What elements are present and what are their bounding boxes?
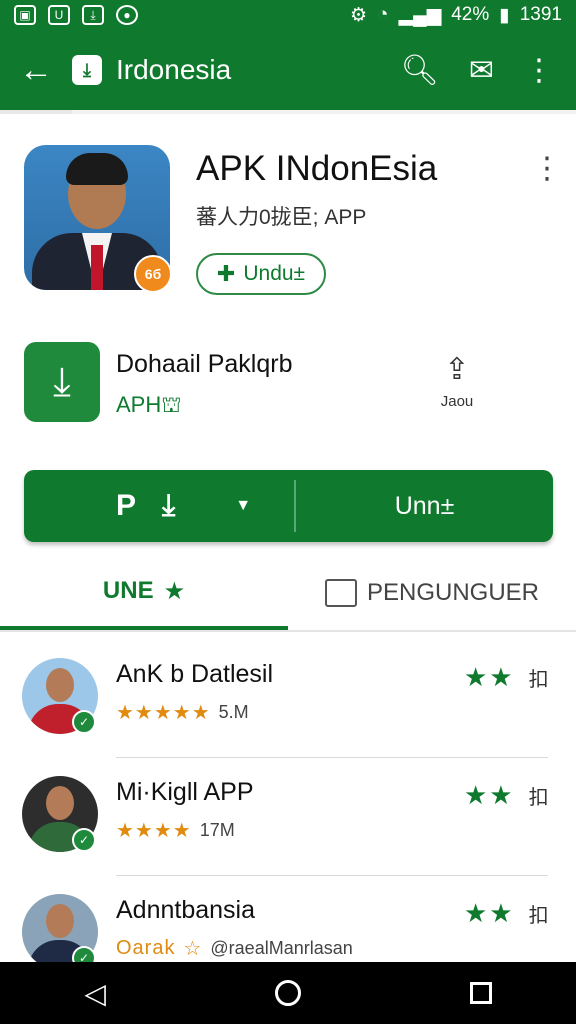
back-arrow-icon[interactable]: ← bbox=[0, 51, 72, 90]
tab-une-label: UNE bbox=[102, 577, 154, 604]
image-icon: ▣ bbox=[14, 5, 36, 25]
more-vert-icon[interactable]: ⋮ bbox=[524, 53, 554, 88]
item-name: AnK b Datlesil bbox=[116, 660, 274, 688]
stars-icon: ★★★★★ bbox=[116, 702, 211, 724]
vibrate-icon: ⚙ bbox=[350, 4, 368, 26]
signal-icon: ▂▄▆ bbox=[398, 4, 442, 26]
tab-une[interactable]: UNE ★ bbox=[0, 556, 288, 630]
main-left-label: P bbox=[116, 489, 137, 522]
stars-icon: ★★ bbox=[464, 898, 515, 928]
item-tag: 扣 bbox=[528, 787, 549, 809]
download-icon: ⤓ bbox=[82, 5, 104, 25]
app-bar-title: Irdonesia bbox=[116, 54, 232, 85]
wifi-icon: ◔ bbox=[377, 4, 389, 25]
install-pill-label: Undu± bbox=[243, 262, 306, 285]
main-right-label: Unn± bbox=[394, 491, 455, 520]
battery-icon: ▮ bbox=[499, 4, 510, 26]
tab-bar: UNE ★ PENGUNGUER bbox=[0, 556, 576, 632]
verified-icon: ✓ bbox=[72, 710, 96, 734]
stars-icon: ★★ bbox=[464, 662, 515, 692]
app-title: APK INdonEsia bbox=[196, 149, 438, 188]
chat-icon: ● bbox=[116, 5, 138, 25]
item-rating: Oarak ☆ @raealManrlasan bbox=[116, 937, 353, 960]
clock: 1391 bbox=[519, 4, 562, 25]
app-header: 6б APK INdonEsia 蕃人力0拢臣; APP ⋮ ✚ Undu± bbox=[24, 145, 562, 295]
verified-icon: ✓ bbox=[72, 828, 96, 852]
star-icon: ☆ bbox=[183, 938, 203, 960]
app-subtitle: 蕃人力0拢臣; APP bbox=[196, 206, 367, 229]
download-title: Dohaail Paklqrb bbox=[116, 350, 293, 378]
stars-icon: ★★★★ bbox=[116, 820, 192, 842]
overflow-menu-icon[interactable]: ⋮ bbox=[532, 151, 562, 186]
bag-icon: U bbox=[48, 5, 70, 25]
download-app-icon[interactable]: ⤓ bbox=[24, 342, 100, 422]
app-list: ✓ AnK b Datlesil ★★★★★ 5.M ★★ 扣 ✓ Mi·Kigll… bbox=[0, 640, 576, 994]
status-bar: ▣ U ⤓ ● ⚙ ◔ ▂▄▆ 42% ▮ 1391 bbox=[0, 0, 576, 30]
item-rating: ★★★★★ 5.M bbox=[116, 702, 249, 724]
battery-percent: 42% bbox=[451, 4, 490, 25]
share-icon: ⇪ bbox=[444, 353, 470, 386]
install-pill-button[interactable]: ✚ Undu± bbox=[196, 253, 326, 295]
tab-pengunguer[interactable]: PENGUNGUER bbox=[288, 556, 576, 630]
download-arrow-icon: ⤓ bbox=[162, 489, 176, 522]
share-label: Jaou bbox=[440, 393, 474, 410]
main-action-button[interactable]: P ⤓ ▼ Unn± bbox=[24, 470, 553, 542]
tower-icon: ⛫ bbox=[161, 392, 182, 417]
stars-icon: ★★ bbox=[464, 780, 515, 810]
item-name: Adnntbansia bbox=[116, 896, 256, 924]
dropdown-caret-icon[interactable]: ▼ bbox=[235, 497, 251, 515]
recents-icon[interactable] bbox=[469, 982, 492, 1004]
search-icon[interactable]: 🔍︎ bbox=[401, 53, 439, 88]
list-item[interactable]: ✓ AnK b Datlesil ★★★★★ 5.M ★★ 扣 bbox=[0, 640, 576, 758]
rating-prefix: Oarak bbox=[116, 937, 176, 959]
item-tag: 扣 bbox=[528, 905, 549, 927]
mail-icon[interactable]: ✉ bbox=[469, 53, 494, 88]
item-tag: 扣 bbox=[528, 669, 549, 691]
download-row: ⤓ Dohaail Paklqrb APH⛫ ⇪ Jaou bbox=[24, 342, 554, 424]
app-bar: ← ⤓ Irdonesia 🔍︎ ✉ ⋮ bbox=[0, 30, 576, 110]
star-icon: ★ bbox=[163, 577, 186, 605]
download-subtitle: APH⛫ bbox=[116, 392, 182, 417]
progress-track bbox=[0, 110, 72, 114]
feedback-icon bbox=[324, 579, 357, 607]
badge-icon: 6б bbox=[134, 255, 172, 293]
shadow bbox=[72, 110, 576, 114]
system-nav-bar: ◁ bbox=[0, 962, 576, 1024]
home-icon[interactable] bbox=[274, 980, 301, 1006]
item-rating: ★★★★ 17M bbox=[116, 820, 235, 842]
item-name: Mi·Kigll APP bbox=[116, 778, 254, 806]
list-item[interactable]: ✓ Mi·Kigll APP ★★★★ 17M ★★ 扣 bbox=[0, 758, 576, 876]
plus-icon: ✚ bbox=[216, 261, 236, 286]
back-triangle-icon[interactable]: ◁ bbox=[84, 977, 106, 1010]
store-bag-icon: ⤓ bbox=[72, 55, 102, 85]
tab-pengunguer-label: PENGUNGUER bbox=[366, 579, 540, 606]
share-button[interactable]: ⇪ Jaou bbox=[424, 352, 490, 410]
